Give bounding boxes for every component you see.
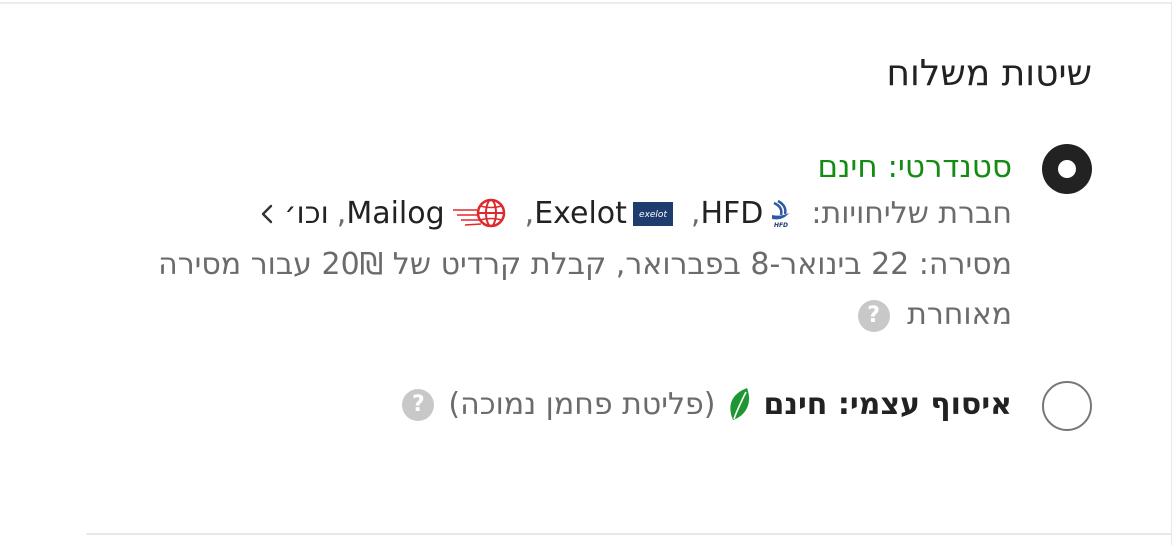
pickup-help-icon[interactable]: ? (402, 389, 435, 421)
svg-text:HFD: HFD (774, 222, 788, 229)
chevron-left-icon[interactable] (260, 203, 274, 225)
carrier-name-hfd: HFD (700, 196, 764, 231)
carrier-separator: , (524, 196, 535, 231)
carrier-name-mailog: Mailog (346, 196, 445, 231)
shipping-option-pickup[interactable]: איסוף עצמי: חינם (פליטת פחמן נמוכה) ? (86, 381, 1092, 431)
section-title: שיטות משלוח (886, 53, 1092, 94)
low-carbon-note: (פליטת פחמן נמוכה) (448, 387, 716, 422)
svg-text:exelot: exelot (639, 210, 667, 220)
pickup-label: איסוף עצמי: חינם (763, 387, 1012, 422)
carrier-name-exelot: Exelot (534, 196, 627, 231)
bottom-divider (86, 533, 1172, 535)
carrier-separator: , (336, 196, 347, 231)
top-divider (0, 2, 1172, 4)
carriers-etc: וכו׳ (284, 196, 329, 231)
carriers-prefix: חברת שליחויות: (811, 196, 1012, 231)
standard-radio-button[interactable] (1042, 144, 1092, 194)
carrier-separator: , (690, 196, 701, 231)
pickup-row: איסוף עצמי: חינם (פליטת פחמן נמוכה) ? (86, 382, 1012, 428)
standard-shipping-label: סטנדרטי: חינם (817, 149, 1012, 185)
delivery-help-icon[interactable]: ? (857, 299, 890, 332)
pickup-radio-button[interactable] (1042, 381, 1092, 431)
shipping-option-standard[interactable]: סטנדרטי: חינם חברת שליחויות: HFD HFD , e… (86, 144, 1092, 340)
shipping-methods-section: שיטות משלוח סטנדרטי: חינם חברת שליחויות:… (86, 50, 1092, 431)
shipping-panel: שיטות משלוח סטנדרטי: חינם חברת שליחויות:… (0, 0, 1172, 545)
leaf-icon (730, 388, 750, 420)
carriers-row: חברת שליחויות: HFD HFD , exelot Exelot , (86, 190, 1012, 238)
delivery-info: מסירה: 22 בינואר-8 בפברואר, קבלת קרדיט ש… (86, 240, 1012, 340)
hfd-logo-icon: HFD (772, 199, 790, 229)
exelot-logo-icon: exelot (632, 202, 673, 226)
mailog-globe-icon (452, 198, 505, 228)
